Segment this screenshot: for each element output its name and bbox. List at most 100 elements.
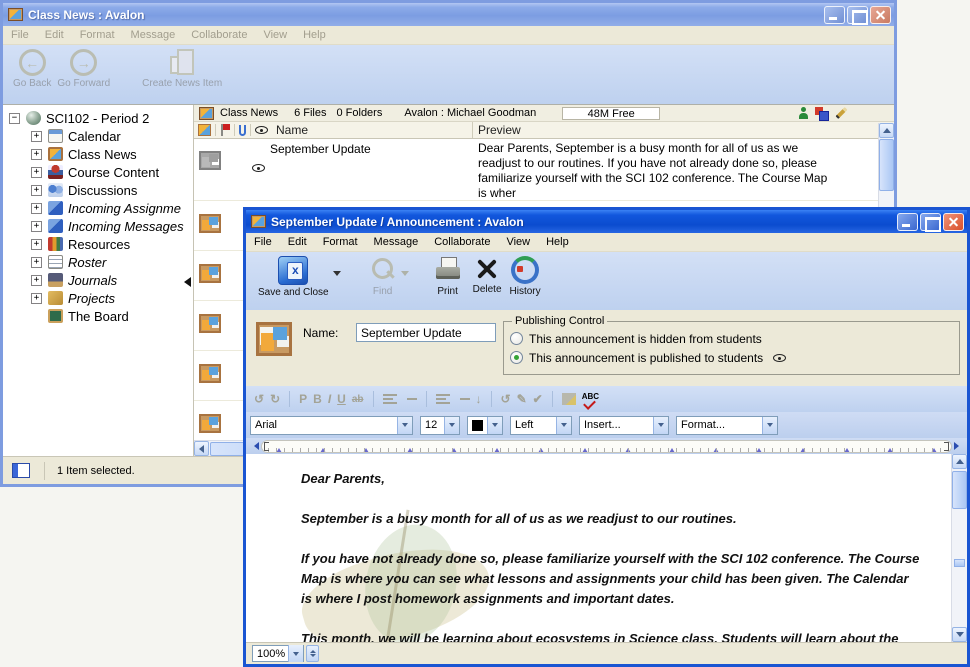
column-name[interactable]: Name xyxy=(276,123,308,137)
indent-right-icon[interactable] xyxy=(403,393,417,405)
radio-published-option[interactable]: This announcement is published to studen… xyxy=(510,348,953,367)
item-type-column-icon[interactable] xyxy=(198,124,211,136)
save-and-close-button[interactable]: Save and Close xyxy=(258,256,329,298)
menu-help[interactable]: Help xyxy=(295,27,334,43)
tree-item-journals[interactable]: +Journals xyxy=(3,271,193,289)
ruler[interactable] xyxy=(261,440,952,453)
chevron-down-icon[interactable] xyxy=(762,417,777,434)
scroll-left-button[interactable] xyxy=(194,441,209,456)
file-row-september-update[interactable]: September Update Dear Parents, September… xyxy=(194,139,894,201)
scroll-down-button[interactable] xyxy=(952,627,967,642)
create-news-item-button[interactable]: Create News Item xyxy=(142,49,222,89)
collapse-icon[interactable]: − xyxy=(9,113,20,124)
approve-icon[interactable]: ✔ xyxy=(533,392,543,406)
paragraph-spacing-icon[interactable] xyxy=(456,393,470,405)
font-family-combo[interactable]: Arial xyxy=(250,416,413,435)
zoom-combo[interactable]: 100% xyxy=(252,645,304,662)
menu-file[interactable]: File xyxy=(246,234,280,250)
tree-item-incoming-messages[interactable]: +Incoming Messages xyxy=(3,217,193,235)
titlebar[interactable]: September Update / Announcement : Avalon xyxy=(246,210,967,233)
editor-text[interactable]: Dear Parents, September is a busy month … xyxy=(301,469,922,642)
spellcheck-icon[interactable]: ABC xyxy=(582,393,599,401)
find-dropdown-arrow[interactable] xyxy=(400,268,409,277)
chevron-down-icon[interactable] xyxy=(397,417,412,434)
close-button[interactable] xyxy=(943,213,964,231)
alignment-combo[interactable]: Left xyxy=(510,416,572,435)
radio-hidden-option[interactable]: This announcement is hidden from student… xyxy=(510,329,953,348)
font-color-combo[interactable] xyxy=(467,416,503,435)
highlight-icon[interactable] xyxy=(562,393,576,405)
menu-format[interactable]: Format xyxy=(72,27,123,43)
minimize-button[interactable] xyxy=(897,213,918,231)
layers-icon[interactable] xyxy=(815,107,828,119)
chevron-down-icon[interactable] xyxy=(653,417,668,434)
menu-view[interactable]: View xyxy=(255,27,295,43)
maximize-button[interactable] xyxy=(920,213,941,231)
save-dropdown-arrow[interactable] xyxy=(332,268,341,277)
scroll-up-button[interactable] xyxy=(952,454,967,469)
chevron-down-icon[interactable] xyxy=(487,417,502,434)
titlebar[interactable]: Class News : Avalon xyxy=(3,3,894,26)
underline-icon[interactable]: U xyxy=(337,392,346,406)
maximize-button[interactable] xyxy=(847,6,868,24)
tree-item-calendar[interactable]: +Calendar xyxy=(3,127,193,145)
insert-combo[interactable]: Insert... xyxy=(579,416,669,435)
tree-item-the-board[interactable]: +The Board xyxy=(3,307,193,325)
splitter-collapse-arrow[interactable] xyxy=(179,277,191,287)
menu-message[interactable]: Message xyxy=(366,234,427,250)
menu-edit[interactable]: Edit xyxy=(280,234,315,250)
plain-text-icon[interactable]: P xyxy=(299,392,307,406)
tree-item-projects[interactable]: +Projects xyxy=(3,289,193,307)
zoom-spinner[interactable] xyxy=(306,645,319,662)
menu-collaborate[interactable]: Collaborate xyxy=(426,234,498,250)
menu-file[interactable]: File xyxy=(3,27,37,43)
insert-below-icon[interactable]: ↓ xyxy=(476,392,482,406)
go-forward-button[interactable]: → Go Forward xyxy=(57,49,110,89)
menu-collaborate[interactable]: Collaborate xyxy=(183,27,255,43)
tree-root[interactable]: −SCI102 - Period 2 xyxy=(3,109,193,127)
tree-item-discussions[interactable]: +Discussions xyxy=(3,181,193,199)
chevron-down-icon[interactable] xyxy=(556,417,571,434)
presence-icon[interactable] xyxy=(799,107,808,119)
undo-icon[interactable]: ↺ xyxy=(254,392,264,406)
find-button[interactable]: Find xyxy=(369,256,397,297)
bold-icon[interactable]: B xyxy=(313,392,322,406)
history-button[interactable]: History xyxy=(510,256,541,297)
indent-left-icon[interactable] xyxy=(383,393,397,405)
minimize-button[interactable] xyxy=(824,6,845,24)
name-input[interactable] xyxy=(356,323,496,342)
tree-item-course-content[interactable]: +Course Content xyxy=(3,163,193,181)
line-spacing-icon[interactable] xyxy=(436,393,450,405)
ruler-right-chevron-icon[interactable] xyxy=(954,442,963,450)
chevron-down-icon[interactable] xyxy=(288,645,303,662)
font-size-combo[interactable]: 12 xyxy=(420,416,460,435)
edit-pencil-icon[interactable] xyxy=(835,107,847,119)
menu-view[interactable]: View xyxy=(498,234,538,250)
menu-message[interactable]: Message xyxy=(123,27,184,43)
rotate-icon[interactable]: ↺ xyxy=(501,392,511,406)
go-back-button[interactable]: ← Go Back xyxy=(13,49,51,89)
message-editor[interactable]: Dear Parents, September is a busy month … xyxy=(246,454,967,642)
column-preview[interactable]: Preview xyxy=(478,123,521,137)
scroll-up-button[interactable] xyxy=(879,123,894,138)
scroll-thumb[interactable] xyxy=(879,139,894,191)
menu-help[interactable]: Help xyxy=(538,234,577,250)
tree-item-resources[interactable]: +Resources xyxy=(3,235,193,253)
close-button[interactable] xyxy=(870,6,891,24)
tree-item-roster[interactable]: +Roster xyxy=(3,253,193,271)
menu-format[interactable]: Format xyxy=(315,234,366,250)
editor-vertical-scrollbar[interactable] xyxy=(951,454,967,642)
pencil-icon[interactable]: ✎ xyxy=(517,392,527,406)
italic-icon[interactable]: I xyxy=(328,392,331,406)
format-combo[interactable]: Format... xyxy=(676,416,778,435)
strikethrough-icon[interactable]: ab xyxy=(352,394,364,405)
delete-button[interactable]: Delete xyxy=(473,256,502,295)
flag-column-icon[interactable] xyxy=(220,124,230,136)
print-button[interactable]: Print xyxy=(433,256,463,297)
radio-button-checked[interactable] xyxy=(510,351,523,364)
menu-edit[interactable]: Edit xyxy=(37,27,72,43)
scroll-thumb[interactable] xyxy=(952,471,967,509)
redo-icon[interactable]: ↻ xyxy=(270,392,280,406)
toggle-panel-icon[interactable] xyxy=(12,463,30,478)
published-column-icon[interactable] xyxy=(255,126,268,134)
